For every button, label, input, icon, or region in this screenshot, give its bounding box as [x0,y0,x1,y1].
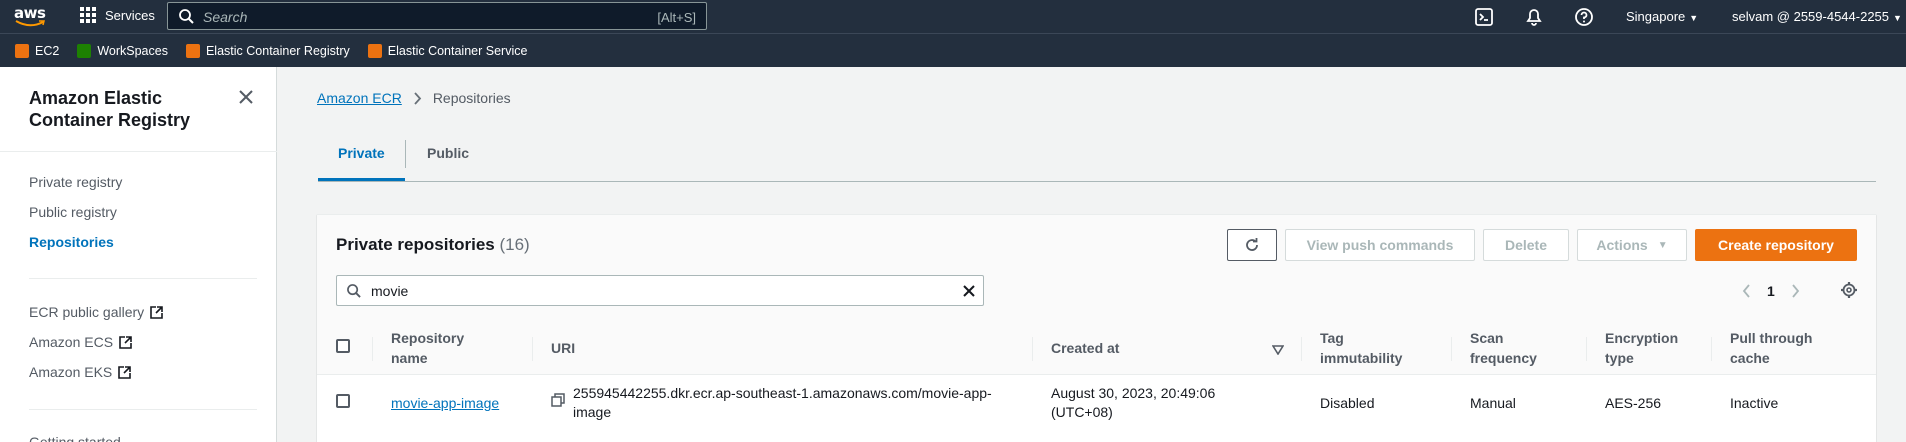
repositories-table: Repository name URI Created at Tag immut… [317,323,1876,432]
sidebar-item-private-registry[interactable]: Private registry [29,174,122,190]
services-label: Services [105,7,155,23]
panel-title: Private repositories (16) [336,235,530,254]
divider [29,409,257,410]
repositories-panel: Private repositories (16) View push comm… [317,214,1876,442]
copy-icon[interactable] [551,393,565,407]
column-header-created-at[interactable]: Created at [1032,323,1301,375]
repository-count: (16) [499,235,530,254]
filter-value: movie [371,283,409,299]
sidebar-item-amazon-ecs[interactable]: Amazon ECS [29,334,132,350]
active-tab-indicator [318,178,405,181]
grid-icon [80,7,96,23]
delete-button[interactable]: Delete [1483,229,1569,261]
breadcrumb: Amazon ECR Repositories [317,90,511,106]
column-header-tag-immutability[interactable]: Tag immutability [1301,323,1451,375]
services-menu-button[interactable]: Services [80,7,155,23]
favorite-ecr[interactable]: Elastic Container Registry [185,43,350,58]
region-selector[interactable]: Singapore ▼ [1626,9,1698,24]
refresh-button[interactable] [1227,229,1277,261]
table-header-row: Repository name URI Created at Tag immut… [317,323,1876,375]
repository-uri: 255945442255.dkr.ecr.ap-southeast-1.amaz… [573,385,992,421]
close-icon[interactable] [238,89,254,105]
column-header-repository-name[interactable]: Repository name [372,323,571,375]
aws-smile-icon [15,20,45,27]
favorite-workspaces[interactable]: WorkSpaces [77,43,168,58]
ecs-icon [367,43,382,58]
created-at-cell: August 30, 2023, 20:49:06 (UTC+08) [1051,385,1216,421]
select-all-checkbox[interactable] [336,339,350,354]
scan-frequency-cell: Manual [1470,394,1516,411]
repository-filter-input[interactable]: movie [336,275,984,306]
side-navigation: Amazon Elastic Container Registry Privat… [0,67,277,442]
top-navigation: aws Services Search [Alt+S] Singapore ▼ s… [0,0,1906,33]
row-select-cell [317,374,372,432]
pull-through-cache-cell: Inactive [1730,394,1779,411]
row-checkbox[interactable] [336,393,350,408]
sidebar-item-repositories[interactable]: Repositories [29,234,114,250]
favorites-bar: EC2 WorkSpaces Elastic Container Registr… [0,33,1906,67]
help-icon[interactable] [1574,7,1594,27]
refresh-icon [1246,238,1258,251]
encryption-type-cell: AES-256 [1605,394,1662,411]
account-menu[interactable]: selvam @ 2559-4544-2255 ▼ [1732,9,1902,24]
chevron-right-icon [414,91,422,105]
column-header-uri[interactable]: URI [532,323,1032,375]
sidebar-item-getting-started[interactable]: Getting started [29,434,121,442]
breadcrumb-amazon-ecr[interactable]: Amazon ECR [317,90,402,106]
workspaces-icon [77,43,92,58]
tab-public[interactable]: Public [427,145,469,161]
ecr-icon [185,43,200,58]
tag-immutability-cell: Disabled [1320,394,1375,411]
favorite-ecs[interactable]: Elastic Container Service [367,43,527,58]
gear-icon[interactable] [1840,281,1858,299]
uri-cell: 255945442255.dkr.ecr.ap-southeast-1.amaz… [532,374,1032,432]
table-row: movie-app-image 255945442255.dkr.ecr.ap-… [317,374,1876,432]
repository-name-cell: movie-app-image [372,374,532,432]
notifications-icon[interactable] [1524,7,1544,27]
cloudshell-icon[interactable] [1474,7,1494,27]
column-header-scan-frequency[interactable]: Scan frequency [1451,323,1586,375]
tab-private[interactable]: Private [338,145,385,161]
search-icon [179,9,194,24]
caret-down-icon: ▼ [1657,239,1668,251]
search-shortcut: [Alt+S] [657,10,696,25]
search-placeholder: Search [203,9,248,25]
favorite-ec2[interactable]: EC2 [15,43,59,58]
caret-down-icon: ▼ [1689,13,1699,23]
aws-logo[interactable]: aws [14,6,48,28]
caret-down-icon: ▼ [1893,13,1902,23]
search-icon [347,284,361,298]
view-push-commands-button[interactable]: View push commands [1285,229,1475,261]
divider [29,278,257,279]
repository-name-link[interactable]: movie-app-image [391,395,499,411]
sidebar-item-amazon-eks[interactable]: Amazon EKS [29,364,132,380]
actions-dropdown[interactable]: Actions ▼ [1577,229,1687,261]
next-page-icon[interactable] [1791,284,1800,298]
create-repository-button[interactable]: Create repository [1695,229,1857,261]
previous-page-icon[interactable] [1742,284,1751,298]
current-page[interactable]: 1 [1767,283,1775,299]
ec2-icon [15,43,29,58]
column-header-pull-through-cache[interactable]: Pull through cache [1711,323,1876,375]
external-link-icon [150,306,163,319]
pagination: 1 [1742,283,1800,299]
external-link-icon [119,336,132,349]
column-header-encryption-type[interactable]: Encryption type [1586,323,1711,375]
clear-filter-icon[interactable] [961,283,977,299]
sort-descending-icon [1272,345,1284,355]
sidebar-item-ecr-public-gallery[interactable]: ECR public gallery [29,304,163,320]
tab-divider [405,140,406,168]
sidebar-item-public-registry[interactable]: Public registry [29,204,117,220]
breadcrumb-current: Repositories [432,90,511,106]
select-all-cell [317,323,372,375]
registry-tabs: Private Public [318,133,1876,182]
divider [0,151,277,152]
external-link-icon [118,366,132,379]
panel-header: Private repositories (16) View push comm… [317,215,1876,323]
sidenav-title: Amazon Elastic Container Registry [29,88,191,130]
search-input[interactable]: Search [Alt+S] [167,2,707,30]
